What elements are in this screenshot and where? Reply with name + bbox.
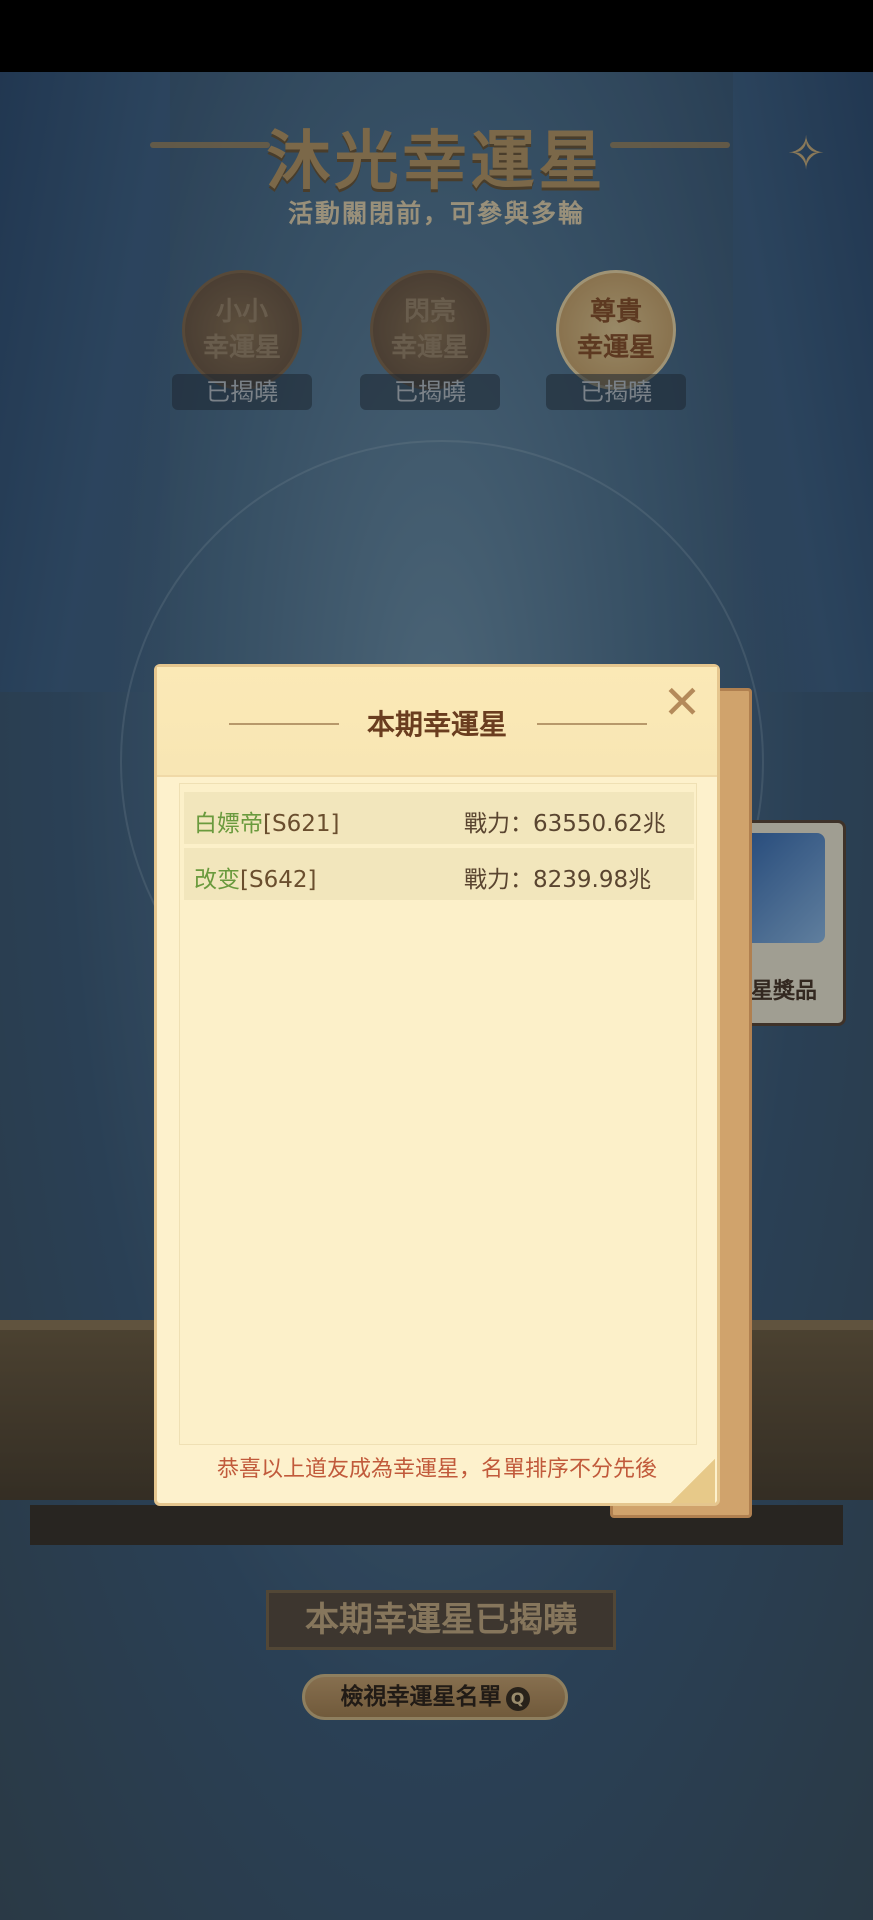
page-fold-corner [671, 1459, 715, 1503]
status-bar [0, 0, 873, 72]
player-name-line: 白嫖帝[S621] [194, 804, 339, 838]
player-name: 白嫖帝 [194, 811, 263, 837]
title-ornament-right [537, 723, 647, 725]
server-id: [S642] [240, 867, 317, 893]
player-name-line: 改变[S642] [194, 860, 316, 894]
dialog-header: 本期幸運星 ✕ [157, 667, 717, 777]
lucky-star-dialog: 本期幸運星 ✕ 白嫖帝[S621] 戰力：63550.62兆 改变[S642] … [154, 664, 720, 1506]
dialog-footer-note: 恭喜以上道友成為幸運星，名單排序不分先後 [216, 1457, 657, 1482]
power-value: 戰力：8239.98兆 [464, 867, 652, 893]
power-value: 戰力：63550.62兆 [464, 811, 666, 837]
list-item: 白嫖帝[S621] 戰力：63550.62兆 [184, 792, 694, 844]
list-item: 改变[S642] 戰力：8239.98兆 [184, 848, 694, 900]
lucky-star-list[interactable]: 白嫖帝[S621] 戰力：63550.62兆 改变[S642] 戰力：8239.… [179, 783, 697, 1445]
close-icon[interactable]: ✕ [659, 679, 705, 725]
player-name: 改变 [194, 867, 240, 893]
server-id: [S621] [263, 811, 340, 837]
